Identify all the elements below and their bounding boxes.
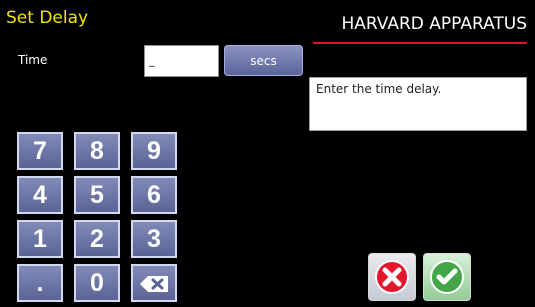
confirm-button[interactable] (423, 253, 471, 301)
backspace-button[interactable] (131, 264, 177, 302)
key-5[interactable]: 5 (74, 176, 120, 214)
key-4[interactable]: 4 (17, 176, 63, 214)
help-text: Enter the time delay. (316, 82, 442, 96)
set-delay-screen: Set Delay HARVARD APPARATUS Time secs En… (0, 0, 535, 307)
key-9[interactable]: 9 (131, 132, 177, 170)
cancel-icon (375, 260, 409, 294)
key-decimal[interactable]: . (17, 264, 63, 302)
brand-underline (313, 42, 527, 44)
time-unit-button[interactable]: secs (224, 45, 303, 76)
backspace-icon (140, 276, 168, 292)
key-1[interactable]: 1 (17, 220, 63, 258)
help-text-box: Enter the time delay. (309, 77, 527, 131)
key-7[interactable]: 7 (17, 132, 63, 170)
confirm-icon (430, 260, 464, 294)
key-6[interactable]: 6 (131, 176, 177, 214)
time-input[interactable] (144, 45, 219, 77)
key-8[interactable]: 8 (74, 132, 120, 170)
time-label: Time (18, 53, 48, 67)
key-3[interactable]: 3 (131, 220, 177, 258)
cancel-button[interactable] (368, 253, 416, 301)
key-2[interactable]: 2 (74, 220, 120, 258)
key-0[interactable]: 0 (74, 264, 120, 302)
brand-name: HARVARD APPARATUS (341, 14, 528, 34)
page-title: Set Delay (6, 8, 89, 28)
